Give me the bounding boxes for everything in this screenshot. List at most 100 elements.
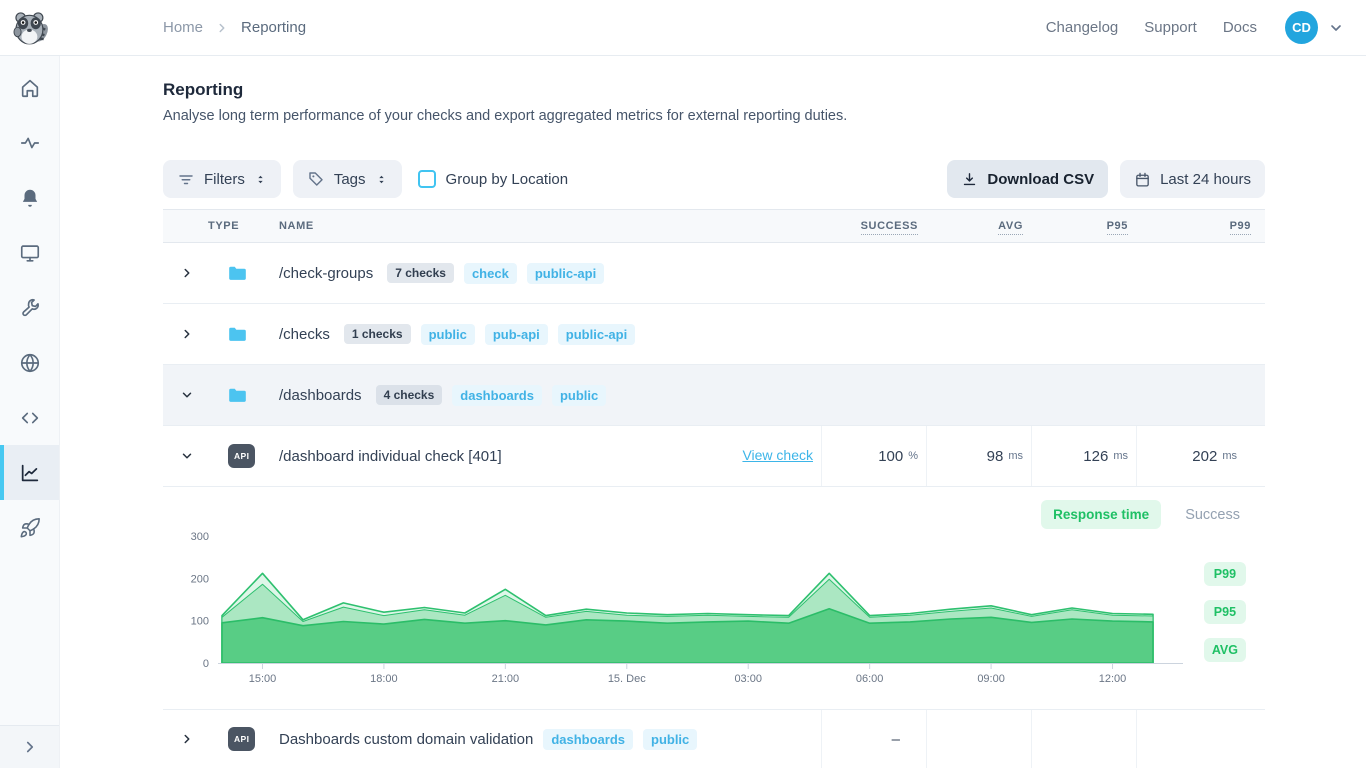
globe-icon [19,352,41,374]
svg-text:15. Dec: 15. Dec [608,673,646,685]
time-range-button[interactable]: Last 24 hours [1120,160,1265,198]
check-count-badge: 7 checks [387,263,454,283]
page-title: Reporting [163,80,1265,100]
breadcrumb-home[interactable]: Home [163,19,203,36]
group-name: /checks [279,326,330,343]
svg-text:09:00: 09:00 [977,673,1005,685]
page-subtitle: Analyse long term performance of your ch… [163,108,1265,124]
success-value-cell: – [821,710,926,768]
collapse-chevron-down-icon[interactable] [163,388,211,402]
tag-badge[interactable]: public [643,729,697,750]
account-menu[interactable]: CD [1285,11,1344,44]
sidebar-item-maintenance[interactable] [0,280,59,335]
svg-text:18:00: 18:00 [370,673,398,685]
tag-badge[interactable]: check [464,263,517,284]
nav-link-support[interactable]: Support [1144,19,1197,36]
legend-p99-badge[interactable]: P99 [1204,562,1246,586]
column-header-type: TYPE [163,220,277,232]
tag-badge[interactable]: public [421,324,475,345]
legend-p95-badge[interactable]: P95 [1204,600,1246,624]
column-header-name: NAME [277,220,660,232]
group-by-location-toggle[interactable]: Group by Location [418,170,569,188]
p99-value-cell: 202 ms [1136,426,1263,486]
group-name: /dashboards [279,387,362,404]
sidebar-item-reporting[interactable] [0,445,59,500]
p99-value-cell [1136,710,1263,768]
check-row-custom-domain-validation[interactable]: API Dashboards custom domain validation … [163,710,1265,768]
group-row-dashboards[interactable]: /dashboards 4 checks dashboards public [163,365,1265,426]
api-type-badge: API [228,444,255,468]
calendar-icon [1134,171,1151,188]
svg-text:12:00: 12:00 [1099,673,1127,685]
tag-badge[interactable]: public-api [527,263,604,284]
tag-badge[interactable]: dashboards [452,385,542,406]
tags-button[interactable]: Tags [293,160,402,198]
breadcrumb-current: Reporting [241,19,306,36]
svg-text:21:00: 21:00 [492,673,520,685]
tag-badge[interactable]: public-api [558,324,635,345]
filter-icon [177,170,195,188]
home-icon [19,77,41,99]
column-header-success[interactable]: SUCCESS [861,220,926,232]
tag-badge[interactable]: pub-api [485,324,548,345]
sidebar-item-getting-started[interactable] [0,500,59,555]
group-row-check-groups[interactable]: /check-groups 7 checks check public-api [163,243,1265,304]
sidebar-item-snippets[interactable] [0,390,59,445]
column-header-p99[interactable]: P99 [1230,220,1263,232]
wrench-icon [19,297,41,319]
check-name: Dashboards custom domain validation [279,731,533,748]
chevron-right-icon [215,21,229,35]
sidebar [0,56,60,768]
chart-legend: P99 P95 AVG [1204,562,1246,662]
checkly-raccoon-logo[interactable] [12,9,50,47]
response-time-chart-section: 15:00 18:00 21:00 15. Dec 03:00 06:00 09:00 12:… [163,487,1265,710]
svg-text:15:00: 15:00 [249,673,277,685]
sidebar-item-home[interactable] [0,60,59,115]
collapse-chevron-down-icon[interactable] [163,449,211,463]
group-by-location-label: Group by Location [446,171,569,188]
expand-chevron-right-icon[interactable] [163,327,211,341]
avatar[interactable]: CD [1285,11,1318,44]
activity-pulse-icon [19,132,41,154]
tag-icon [307,170,325,188]
rocket-icon [19,517,41,539]
success-toggle[interactable]: Success [1185,507,1240,523]
toolbar: Filters Tags Group by Location Download … [163,160,1265,198]
view-check-link[interactable]: View check [742,447,813,463]
check-row-dashboard-individual[interactable]: API /dashboard individual check [401] Vi… [163,426,1265,487]
expand-chevron-right-icon[interactable] [163,732,211,746]
legend-avg-badge[interactable]: AVG [1204,638,1246,662]
folder-icon [211,387,277,404]
tag-badge[interactable]: dashboards [543,729,633,750]
checks-table: TYPE NAME SUCCESS AVG P95 P99 /check-gro… [163,209,1265,768]
tag-badge[interactable]: public [552,385,606,406]
checkbox-unchecked[interactable] [418,170,436,188]
top-navbar: Home Reporting Changelog Support Docs CD [0,0,1366,56]
check-count-badge: 1 checks [344,324,411,344]
download-icon [961,171,978,188]
download-csv-button[interactable]: Download CSV [947,160,1108,198]
column-header-p95[interactable]: P95 [1107,220,1136,232]
sidebar-expand-toggle[interactable] [0,725,59,768]
group-row-checks[interactable]: /checks 1 checks public pub-api public-a… [163,304,1265,365]
sidebar-item-checks[interactable] [0,115,59,170]
tags-label: Tags [334,171,366,188]
nav-link-changelog[interactable]: Changelog [1046,19,1119,36]
group-name: /check-groups [279,265,373,282]
filters-button[interactable]: Filters [163,160,281,198]
column-header-avg[interactable]: AVG [998,220,1031,232]
nav-link-docs[interactable]: Docs [1223,19,1257,36]
svg-text:06:00: 06:00 [856,673,884,685]
chevron-down-icon [1328,20,1344,36]
sidebar-item-dashboards[interactable] [0,225,59,280]
svg-text:0: 0 [203,658,209,670]
avg-value-cell [926,710,1031,768]
response-time-toggle[interactable]: Response time [1041,500,1161,529]
expand-chevron-right-icon[interactable] [163,266,211,280]
sort-arrows-icon [254,173,267,186]
folder-icon [211,265,277,282]
sidebar-item-private-locations[interactable] [0,335,59,390]
sidebar-item-alerts[interactable] [0,170,59,225]
code-icon [19,407,41,429]
svg-text:03:00: 03:00 [734,673,762,685]
